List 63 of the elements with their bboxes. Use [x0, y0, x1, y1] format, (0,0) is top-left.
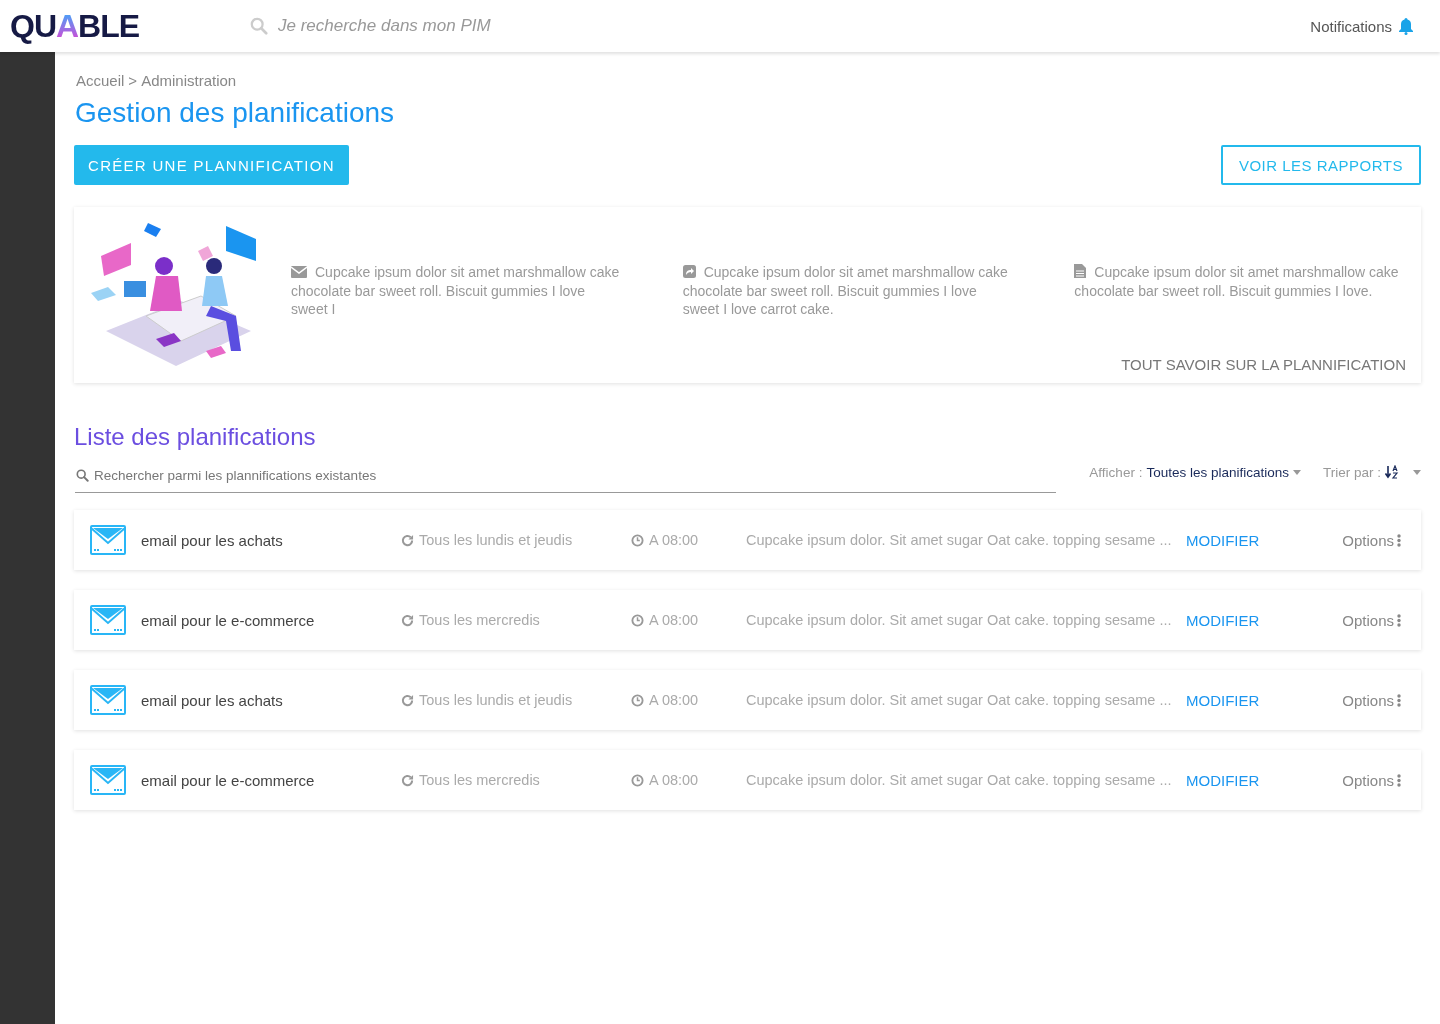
info-text: Cupcake ipsum dolor sit amet marshmallow cake chocolate bar sweet roll. Biscuit gummies I love sweet I love carrot cake. — [682, 263, 1009, 319]
breadcrumb-link[interactable]: Accueil — [76, 72, 125, 89]
view-reports-button[interactable]: VOIR LES RAPPORTS — [1220, 145, 1421, 185]
section-title: Liste des planifications — [74, 423, 317, 451]
more-icon[interactable] — [1397, 693, 1401, 707]
filter-label: Afficher : — [1089, 464, 1143, 480]
options-label[interactable]: Options — [1342, 771, 1394, 789]
create-schedule-button[interactable]: CRÉER UNE PLANNIFICATION — [74, 145, 349, 185]
clock-icon — [631, 693, 644, 707]
breadcrumb-separator: > — [128, 72, 138, 89]
options-label[interactable]: Options — [1342, 691, 1394, 709]
modify-link[interactable]: MODIFIER — [1186, 771, 1322, 789]
clock-icon — [631, 533, 644, 547]
description-text: Cupcake ipsum dolor. Sit amet sugar Oat cake. topping sesame ... — [746, 612, 1173, 628]
schedule-name: email pour les achats — [141, 531, 284, 549]
recurrence-text: Tous les mercredis — [419, 612, 540, 628]
more-icon[interactable] — [1397, 533, 1401, 547]
envelope-icon — [90, 605, 126, 635]
info-text: Cupcake ipsum dolor sit amet marshmallow cake chocolate bar sweet roll. Biscuit gummies I love sweet I — [291, 263, 621, 319]
share-icon — [682, 265, 696, 278]
sort-label: Trier par : — [1323, 464, 1381, 480]
modify-link[interactable]: MODIFIER — [1186, 691, 1322, 709]
more-icon[interactable] — [1397, 773, 1401, 787]
more-icon[interactable] — [1397, 613, 1401, 627]
modify-link[interactable]: MODIFIER — [1186, 611, 1322, 629]
time-text: A 08:00 — [649, 772, 699, 788]
page-title: Gestion des planifications — [75, 97, 396, 129]
modify-link[interactable]: MODIFIER — [1186, 531, 1322, 549]
schedule-name: email pour le e-commerce — [141, 611, 316, 629]
filter-dropdown[interactable]: Toutes les planifications — [1146, 464, 1289, 480]
clock-icon — [631, 773, 644, 787]
breadcrumb-link[interactable]: Administration — [141, 72, 237, 89]
time-text: A 08:00 — [649, 612, 699, 628]
sort-icon[interactable] — [1385, 465, 1399, 479]
refresh-icon — [401, 533, 414, 547]
options-label[interactable]: Options — [1342, 611, 1394, 629]
refresh-icon — [401, 693, 414, 707]
notifications-label[interactable]: Notifications — [1310, 17, 1392, 35]
schedule-name: email pour les achats — [141, 691, 284, 709]
quable-logo[interactable]: QUABLE — [10, 7, 250, 45]
bell-icon[interactable] — [1398, 17, 1414, 35]
schedule-name: email pour le e-commerce — [141, 771, 316, 789]
envelope-icon — [291, 266, 307, 278]
search-icon — [250, 17, 268, 35]
envelope-icon — [90, 685, 126, 715]
time-text: A 08:00 — [649, 692, 699, 708]
search-icon — [76, 469, 89, 482]
document-icon — [1074, 264, 1087, 278]
time-text: A 08:00 — [649, 532, 699, 548]
refresh-icon — [401, 613, 414, 627]
recurrence-text: Tous les lundis et jeudis — [419, 532, 573, 548]
recurrence-text: Tous les lundis et jeudis — [419, 692, 573, 708]
refresh-icon — [401, 773, 414, 787]
description-text: Cupcake ipsum dolor. Sit amet sugar Oat cake. topping sesame ... — [746, 772, 1173, 788]
learn-more-link[interactable]: TOUT SAVOIR SUR LA PLANNIFICATION — [1121, 356, 1406, 373]
recurrence-text: Tous les mercredis — [419, 772, 540, 788]
info-text: Cupcake ipsum dolor sit amet marshmallow cake chocolate bar sweet roll. Biscuit gummies I love. — [1074, 263, 1400, 301]
envelope-icon — [90, 765, 126, 795]
description-text: Cupcake ipsum dolor. Sit amet sugar Oat cake. topping sesame ... — [746, 532, 1173, 548]
description-text: Cupcake ipsum dolor. Sit amet sugar Oat cake. topping sesame ... — [746, 692, 1173, 708]
options-label[interactable]: Options — [1342, 531, 1394, 549]
envelope-icon — [90, 525, 126, 555]
clock-icon — [631, 613, 644, 627]
